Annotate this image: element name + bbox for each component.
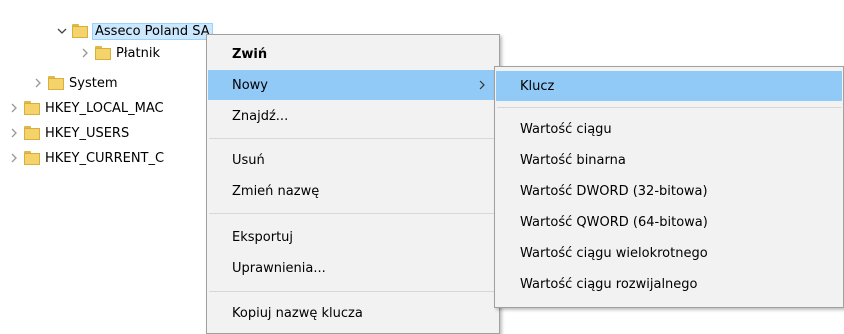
folder-icon bbox=[24, 150, 40, 166]
tree-item-label: Płatnik bbox=[116, 45, 160, 61]
chevron-right-icon[interactable] bbox=[8, 152, 20, 164]
menu-item-label: Wartość binarna bbox=[520, 152, 626, 168]
context-menu: Zwiń Nowy Znajdź... Usuń Zmień nazwę Eks… bbox=[206, 34, 500, 334]
menu-item-label: Klucz bbox=[520, 78, 555, 94]
chevron-down-icon[interactable] bbox=[56, 25, 68, 37]
menu-item-collapse[interactable]: Zwiń bbox=[208, 39, 498, 69]
new-submenu: Klucz Wartość ciągu Wartość binarna Wart… bbox=[494, 66, 844, 308]
submenu-item-qword-value[interactable]: Wartość QWORD (64-bitowa) bbox=[496, 207, 842, 237]
folder-icon bbox=[95, 45, 111, 61]
menu-item-label: Zwiń bbox=[232, 46, 268, 62]
submenu-item-binary-value[interactable]: Wartość binarna bbox=[496, 145, 842, 175]
menu-item-label: Usuń bbox=[232, 152, 265, 168]
chevron-right-icon[interactable] bbox=[79, 47, 91, 59]
chevron-right-icon[interactable] bbox=[8, 127, 20, 139]
submenu-item-expandable-string-value[interactable]: Wartość ciągu rozwijalnego bbox=[496, 269, 842, 299]
menu-item-new[interactable]: Nowy bbox=[208, 70, 498, 100]
menu-item-delete[interactable]: Usuń bbox=[208, 145, 498, 175]
tree-item-platnik[interactable]: Płatnik bbox=[79, 42, 160, 64]
menu-item-label: Kopiuj nazwę klucza bbox=[232, 305, 363, 321]
submenu-item-dword-value[interactable]: Wartość DWORD (32-bitowa) bbox=[496, 176, 842, 206]
menu-item-rename[interactable]: Zmień nazwę bbox=[208, 176, 498, 206]
chevron-right-icon bbox=[478, 70, 486, 100]
folder-icon bbox=[24, 100, 40, 116]
folder-icon bbox=[72, 23, 88, 39]
tree-item-hkcc[interactable]: HKEY_CURRENT_C bbox=[8, 147, 164, 169]
menu-item-label: Zmień nazwę bbox=[232, 183, 320, 199]
tree-item-hku[interactable]: HKEY_USERS bbox=[8, 122, 129, 144]
menu-item-label: Uprawnienia... bbox=[232, 260, 326, 276]
tree-item-label: System bbox=[69, 75, 118, 91]
tree-item-hklm[interactable]: HKEY_LOCAL_MAC bbox=[8, 97, 164, 119]
menu-item-permissions[interactable]: Uprawnienia... bbox=[208, 253, 498, 283]
menu-item-label: Wartość ciągu wielokrotnego bbox=[520, 245, 708, 261]
menu-item-export[interactable]: Eksportuj bbox=[208, 222, 498, 252]
tree-item-label: HKEY_LOCAL_MAC bbox=[45, 100, 164, 116]
menu-item-find[interactable]: Znajdź... bbox=[208, 101, 498, 131]
tree-item-asseco[interactable]: Asseco Poland SA bbox=[56, 20, 213, 42]
menu-separator bbox=[209, 291, 497, 292]
submenu-item-key[interactable]: Klucz bbox=[496, 71, 842, 101]
folder-icon bbox=[24, 125, 40, 141]
folder-icon bbox=[48, 75, 64, 91]
menu-separator bbox=[209, 213, 497, 214]
tree-item-label: HKEY_CURRENT_C bbox=[45, 150, 165, 166]
menu-item-label: Wartość QWORD (64-bitowa) bbox=[520, 214, 708, 230]
menu-item-label: Wartość ciągu rozwijalnego bbox=[520, 276, 698, 292]
menu-item-copy-key-name[interactable]: Kopiuj nazwę klucza bbox=[208, 298, 498, 328]
tree-item-label: HKEY_USERS bbox=[45, 125, 130, 141]
submenu-item-string-value[interactable]: Wartość ciągu bbox=[496, 114, 842, 144]
menu-item-label: Znajdź... bbox=[232, 108, 289, 124]
chevron-right-icon[interactable] bbox=[8, 102, 20, 114]
menu-item-label: Wartość ciągu bbox=[520, 121, 612, 137]
menu-item-label: Eksportuj bbox=[232, 229, 294, 245]
menu-separator bbox=[209, 138, 497, 139]
menu-item-label: Nowy bbox=[232, 77, 269, 93]
menu-item-label: Wartość DWORD (32-bitowa) bbox=[520, 183, 708, 199]
tree-item-label: Asseco Poland SA bbox=[92, 22, 213, 40]
chevron-right-icon[interactable] bbox=[32, 77, 44, 89]
submenu-item-multi-string-value[interactable]: Wartość ciągu wielokrotnego bbox=[496, 238, 842, 268]
tree-item-system[interactable]: System bbox=[32, 72, 117, 94]
menu-separator bbox=[497, 107, 841, 108]
